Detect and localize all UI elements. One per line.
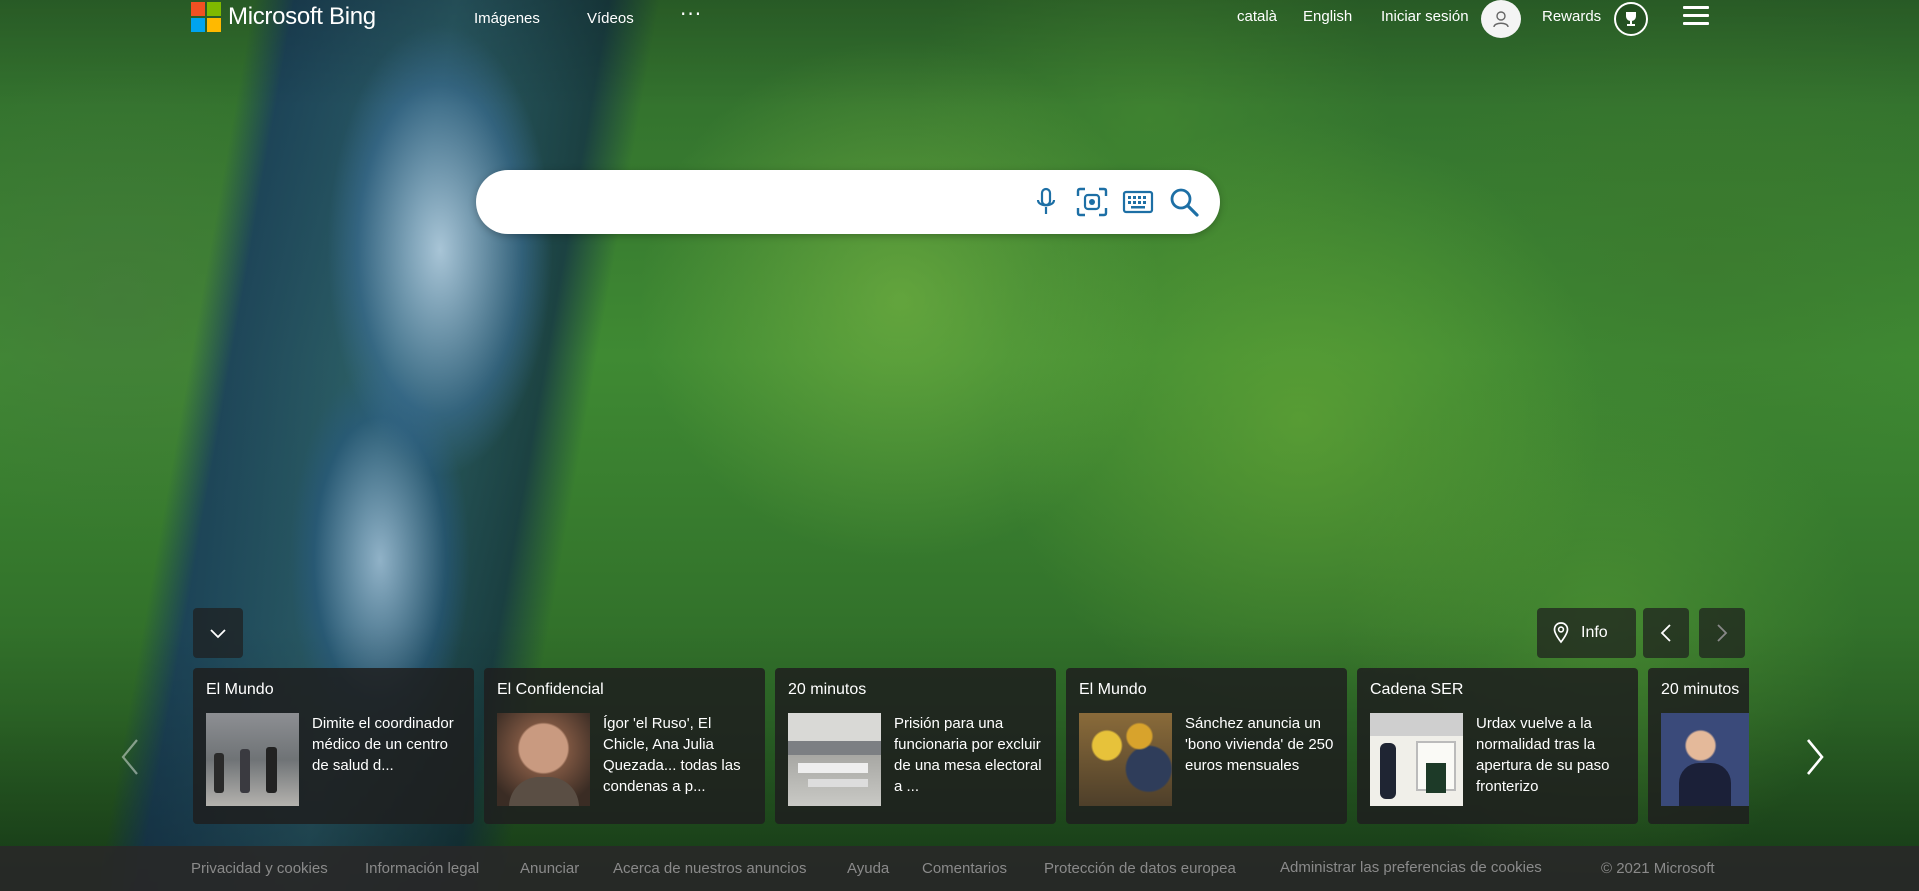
- search-box: [476, 170, 1220, 234]
- nav-videos[interactable]: Vídeos: [587, 10, 634, 27]
- info-button[interactable]: Info: [1537, 608, 1636, 658]
- microsoft-logo-icon: [191, 2, 221, 32]
- news-card[interactable]: 20 minutos: [1648, 668, 1749, 824]
- info-label: Info: [1581, 624, 1608, 641]
- search-input[interactable]: [500, 182, 1040, 222]
- trophy-icon[interactable]: [1614, 2, 1648, 36]
- news-card[interactable]: Cadena SER Urdax vuelve a la normalidad …: [1357, 668, 1638, 824]
- news-source: El Mundo: [1079, 681, 1147, 698]
- footer-link-privacy[interactable]: Privacidad y cookies: [191, 860, 328, 877]
- news-card[interactable]: El Mundo Dimite el coordinador médico de…: [193, 668, 474, 824]
- news-card[interactable]: El Confidencial Ígor 'el Ruso', El Chicl…: [484, 668, 765, 824]
- microphone-icon[interactable]: [1028, 184, 1064, 220]
- footer-link-eu-data-protection[interactable]: Protección de datos europea: [1044, 860, 1236, 877]
- keyboard-icon[interactable]: [1120, 184, 1156, 220]
- chevron-down-icon: [210, 629, 226, 639]
- previous-image-button[interactable]: [1643, 608, 1689, 658]
- news-source: 20 minutos: [788, 681, 867, 698]
- news-source: El Confidencial: [497, 681, 604, 698]
- news-headline: Urdax vuelve a la normalidad tras la ape…: [1476, 715, 1610, 795]
- nav-images[interactable]: Imágenes: [474, 10, 540, 27]
- location-pin-icon: [1553, 622, 1569, 644]
- news-previous-arrow[interactable]: [115, 735, 145, 779]
- news-card[interactable]: El Mundo Sánchez anuncia un 'bono vivien…: [1066, 668, 1347, 824]
- chevron-left-icon: [1660, 624, 1671, 642]
- footer-link-advertise[interactable]: Anunciar: [520, 860, 579, 877]
- brand-name: Microsoft Bing: [228, 3, 376, 30]
- news-headline: Prisión para una funcionaria por excluir…: [894, 715, 1042, 795]
- news-next-arrow[interactable]: [1800, 735, 1830, 779]
- news-thumbnail: [1370, 713, 1463, 806]
- chevron-right-icon: [1717, 624, 1728, 642]
- news-source: El Mundo: [206, 681, 274, 698]
- news-headline: Dimite el coordinador médico de un centr…: [312, 715, 454, 774]
- hamburger-menu-icon[interactable]: [1683, 6, 1709, 28]
- news-headline: Sánchez anuncia un 'bono vivienda' de 25…: [1185, 715, 1334, 774]
- next-image-button[interactable]: [1699, 608, 1745, 658]
- search-icon[interactable]: [1166, 184, 1202, 220]
- visual-search-icon[interactable]: [1074, 184, 1110, 220]
- more-icon[interactable]: ···: [680, 2, 702, 26]
- lang-catalan-link[interactable]: català: [1237, 8, 1277, 25]
- collapse-news-button[interactable]: [193, 608, 243, 658]
- rewards-link[interactable]: Rewards: [1542, 8, 1601, 25]
- news-card[interactable]: 20 minutos Prisión para una funcionaria …: [775, 668, 1056, 824]
- chevron-right-icon: [1806, 739, 1824, 775]
- bing-logo[interactable]: Microsoft Bing: [191, 2, 376, 32]
- footer: Privacidad y cookies Información legal A…: [0, 846, 1919, 891]
- copyright-text: © 2021 Microsoft: [1601, 860, 1715, 877]
- news-carousel: El Mundo Dimite el coordinador médico de…: [193, 668, 1749, 824]
- header: Microsoft Bing Imágenes Vídeos ··· catal…: [0, 0, 1919, 38]
- news-thumbnail: [497, 713, 590, 806]
- user-avatar-icon[interactable]: [1481, 0, 1521, 38]
- news-source: Cadena SER: [1370, 681, 1464, 698]
- lang-english-link[interactable]: English: [1303, 8, 1352, 25]
- news-thumbnail: [788, 713, 881, 806]
- news-thumbnail: [1661, 713, 1749, 806]
- footer-link-legal[interactable]: Información legal: [365, 860, 479, 877]
- footer-link-help[interactable]: Ayuda: [847, 860, 889, 877]
- news-thumbnail: [206, 713, 299, 806]
- footer-link-cookie-preferences[interactable]: Administrar las preferencias de cookies: [1280, 859, 1542, 876]
- sign-in-link[interactable]: Iniciar sesión: [1381, 8, 1469, 25]
- footer-link-about-ads[interactable]: Acerca de nuestros anuncios: [613, 860, 806, 877]
- news-thumbnail: [1079, 713, 1172, 806]
- footer-link-feedback[interactable]: Comentarios: [922, 860, 1007, 877]
- chevron-left-icon: [121, 739, 138, 775]
- news-headline: Ígor 'el Ruso', El Chicle, Ana Julia Que…: [603, 715, 741, 795]
- news-source: 20 minutos: [1661, 681, 1740, 698]
